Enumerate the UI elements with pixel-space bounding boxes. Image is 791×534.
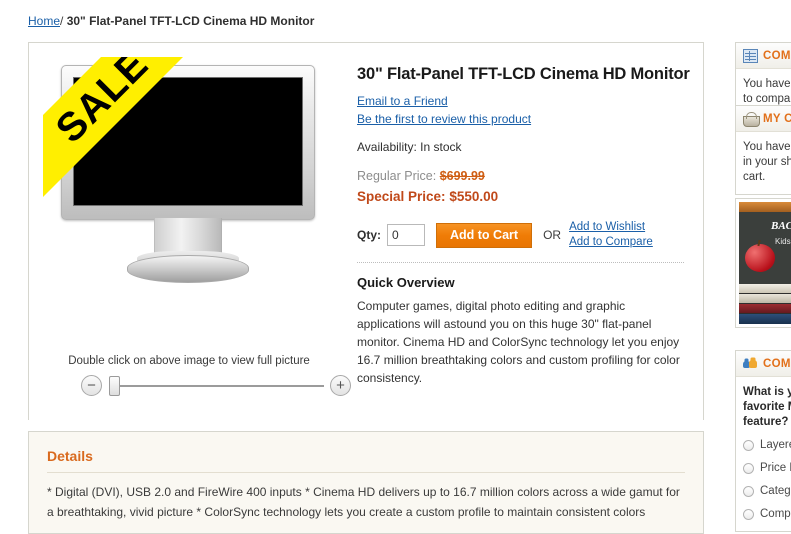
radio-icon[interactable] xyxy=(743,463,754,474)
book-3 xyxy=(739,304,791,313)
banner-headline: BACK xyxy=(771,220,791,232)
compare-products-header: COMPARE PRODUCTS xyxy=(736,43,791,69)
special-price-label: Special Price: xyxy=(357,189,446,204)
add-to-cart-row: Qty: Add to Cart OR Add to Wishlist Add … xyxy=(357,220,693,250)
zoom-slider-handle[interactable] xyxy=(109,376,120,396)
main-column: Home/ 30" Flat-Panel TFT-LCD Cinema HD M… xyxy=(0,0,722,534)
page-title: 30" Flat-Panel TFT-LCD Cinema HD Monitor xyxy=(357,65,690,83)
details-panel: Details * Digital (DVI), USB 2.0 and Fir… xyxy=(28,431,704,534)
book-2 xyxy=(739,294,791,303)
community-poll-title: COMMUNITY POLL xyxy=(763,357,791,370)
book-1 xyxy=(739,284,791,293)
add-to-compare-link[interactable]: Add to Compare xyxy=(569,235,653,250)
product-panel: SALE Double click on above image to view… xyxy=(28,42,704,420)
poll-question: What is your favorite Magento feature? xyxy=(743,386,791,428)
radio-icon[interactable] xyxy=(743,440,754,451)
regular-price-value: $699.99 xyxy=(439,169,485,183)
poll-option[interactable]: Layered Navigation xyxy=(743,438,791,453)
my-cart-text: You have no items in your shopping cart. xyxy=(743,141,791,183)
poll-option[interactable]: Compare Products xyxy=(743,507,791,522)
quick-overview-title: Quick Overview xyxy=(357,275,455,290)
apple-icon xyxy=(745,244,775,272)
breadcrumb-separator: / xyxy=(60,14,64,28)
banner-frame-top xyxy=(739,202,791,212)
zoom-slider-track[interactable] xyxy=(112,385,324,387)
regular-price-label: Regular Price: xyxy=(357,169,437,183)
poll-option-label: Layered Navigation xyxy=(760,439,791,451)
poll-option-label: Price Rules xyxy=(760,462,791,474)
details-text: * Digital (DVI), USB 2.0 and FireWire 40… xyxy=(47,485,680,519)
banner-image: BACK Kids love for school xyxy=(739,202,791,324)
zoom-hint-text: Double click on above image to view full… xyxy=(68,355,310,367)
qty-input[interactable] xyxy=(387,224,425,246)
right-sidebar: COMPARE PRODUCTS You have no items to co… xyxy=(722,0,791,534)
back-to-school-banner[interactable]: BACK Kids love for school xyxy=(735,198,791,328)
special-price-row: Special Price: $550.00 xyxy=(357,189,693,204)
availability-status: Availability: In stock xyxy=(357,140,462,154)
special-price-value: $550.00 xyxy=(449,189,499,204)
alternate-actions: Add to Wishlist Add to Compare xyxy=(569,220,653,250)
image-zoom-slider[interactable]: − + xyxy=(81,375,356,401)
quick-overview-text: Computer games, digital photo editing an… xyxy=(357,299,680,385)
community-poll-block: COMMUNITY POLL What is your favorite Mag… xyxy=(735,350,791,532)
product-info: 30" Flat-Panel TFT-LCD Cinema HD Monitor… xyxy=(357,43,705,419)
book-4 xyxy=(739,314,791,324)
product-media: SALE Double click on above image to view… xyxy=(29,43,351,419)
product-image-stage[interactable]: SALE xyxy=(43,57,335,357)
email-to-friend-link[interactable]: Email to a Friend xyxy=(357,94,693,108)
banner-subtext: Kids love for school xyxy=(775,237,791,246)
details-divider xyxy=(47,472,685,473)
community-poll-header: COMMUNITY POLL xyxy=(736,351,791,377)
my-cart-header: MY CART xyxy=(736,106,791,132)
radio-icon[interactable] xyxy=(743,509,754,520)
product-page: Home/ 30" Flat-Panel TFT-LCD Cinema HD M… xyxy=(0,0,791,534)
details-title: Details xyxy=(47,448,93,464)
zoom-out-icon[interactable]: − xyxy=(81,375,102,396)
section-divider xyxy=(357,262,684,263)
or-label: OR xyxy=(543,228,562,242)
add-to-wishlist-link[interactable]: Add to Wishlist xyxy=(569,220,653,235)
banner-books xyxy=(739,284,791,324)
compare-products-title: COMPARE PRODUCTS xyxy=(763,49,791,62)
poll-option-label: Category Management xyxy=(760,485,791,497)
poll-option[interactable]: Price Rules xyxy=(743,461,791,476)
breadcrumb-current: 30" Flat-Panel TFT-LCD Cinema HD Monitor xyxy=(66,14,315,28)
radio-icon[interactable] xyxy=(743,486,754,497)
zoom-in-icon[interactable]: + xyxy=(330,375,351,396)
poll-option[interactable]: Category Management xyxy=(743,484,791,499)
community-poll-icon xyxy=(743,357,758,371)
add-to-cart-button[interactable]: Add to Cart xyxy=(436,222,533,248)
my-cart-block: MY CART You have no items in your shoppi… xyxy=(735,105,791,195)
breadcrumb: Home/ 30" Flat-Panel TFT-LCD Cinema HD M… xyxy=(0,0,722,38)
my-cart-title: MY CART xyxy=(763,112,791,125)
monitor-base xyxy=(127,255,249,283)
regular-price-row: Regular Price: $699.99 xyxy=(357,169,693,183)
poll-option-label: Compare Products xyxy=(760,508,791,520)
breadcrumb-home-link[interactable]: Home xyxy=(28,14,60,28)
qty-label: Qty: xyxy=(357,228,381,242)
write-review-link[interactable]: Be the first to review this product xyxy=(357,112,693,126)
grid-icon xyxy=(743,48,758,63)
basket-icon xyxy=(743,111,760,127)
community-poll-body: What is your favorite Magento feature? L… xyxy=(736,377,791,531)
